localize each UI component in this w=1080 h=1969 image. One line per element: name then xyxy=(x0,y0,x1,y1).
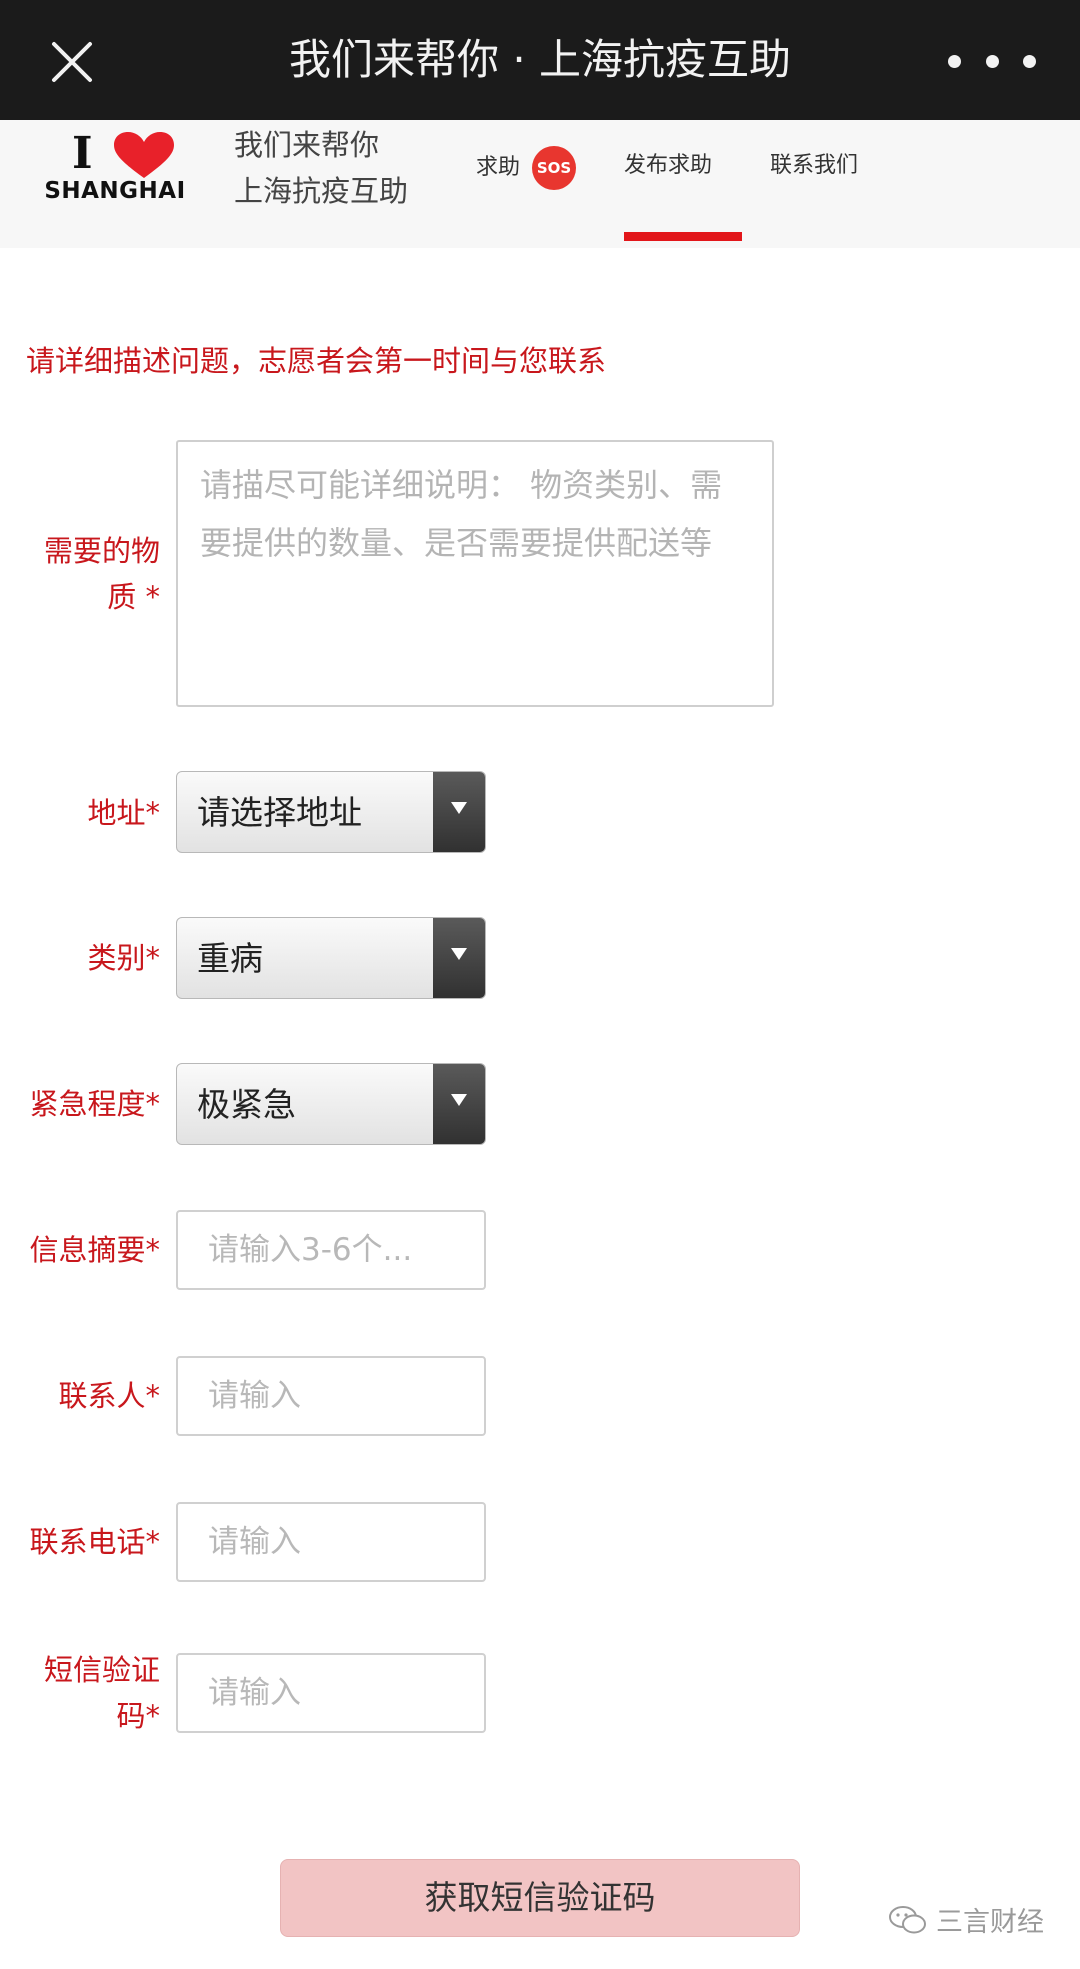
watermark: 三言财经 xyxy=(888,1900,1044,1939)
sms-code-label-line-1: 短信验证 xyxy=(43,1653,160,1687)
address-select[interactable]: 请选择地址 xyxy=(176,771,486,853)
nav-help[interactable]: 求助 SOS xyxy=(476,146,577,190)
phone-input[interactable] xyxy=(178,1504,484,1580)
watermark-text: 三言财经 xyxy=(936,1907,1044,1938)
contact-person-input[interactable] xyxy=(178,1358,484,1434)
address-label: 地址* xyxy=(87,796,160,830)
sos-badge: SOS xyxy=(532,146,577,190)
more-options-icon[interactable] xyxy=(948,46,1036,76)
chevron-down-icon[interactable] xyxy=(433,772,485,852)
summary-label: 信息摘要* xyxy=(29,1233,160,1267)
chevron-down-icon[interactable] xyxy=(433,1064,485,1144)
summary-field[interactable] xyxy=(176,1210,486,1290)
nav-help-label: 求助 xyxy=(476,155,521,180)
contact-person-field[interactable] xyxy=(176,1356,486,1436)
urgency-select[interactable]: 极紧急 xyxy=(176,1063,486,1145)
category-select[interactable]: 重病 xyxy=(176,917,486,999)
sms-code-input[interactable] xyxy=(178,1655,484,1731)
summary-input[interactable] xyxy=(178,1212,484,1288)
brand-line-2: 上海抗疫互助 xyxy=(234,174,409,208)
heart-icon xyxy=(114,132,174,178)
logo-city: SHANGHAI xyxy=(44,178,186,204)
materials-label: 需要的物 质 * xyxy=(0,528,160,620)
close-icon[interactable] xyxy=(48,38,96,86)
active-tab-indicator xyxy=(624,232,742,241)
title-bar: 我们来帮你 · 上海抗疫互助 xyxy=(0,0,1080,120)
materials-textarea[interactable]: 请描尽可能详细说明： 物资类别、需要提供的数量、是否需要提供配送等 xyxy=(176,440,774,707)
logo-i: I xyxy=(72,128,93,179)
nav-contact-us[interactable]: 联系我们 xyxy=(770,150,858,182)
contact-person-label: 联系人* xyxy=(58,1379,160,1413)
sms-code-label: 短信验证 码* xyxy=(0,1647,160,1739)
category-value: 重病 xyxy=(197,939,263,978)
wechat-icon xyxy=(889,1905,926,1933)
i-love-shanghai-logo[interactable]: I SHANGHAI xyxy=(36,130,194,212)
materials-label-line-2: 质 * xyxy=(107,580,160,614)
window-title: 我们来帮你 · 上海抗疫互助 xyxy=(288,35,792,84)
category-label: 类别* xyxy=(87,941,160,975)
form-intro: 请详细描述问题，志愿者会第一时间与您联系 xyxy=(26,344,607,378)
urgency-label: 紧急程度* xyxy=(29,1087,160,1121)
get-sms-code-button[interactable]: 获取短信验证码 xyxy=(280,1859,800,1937)
phone-field[interactable] xyxy=(176,1502,486,1582)
chevron-down-icon[interactable] xyxy=(433,918,485,998)
brand-line-1: 我们来帮你 xyxy=(234,128,380,162)
phone-label: 联系电话* xyxy=(29,1525,160,1559)
sms-code-label-line-2: 码* xyxy=(116,1699,160,1733)
urgency-value: 极紧急 xyxy=(197,1085,296,1124)
site-brand: 我们来帮你 上海抗疫互助 xyxy=(234,122,408,214)
materials-label-line-1: 需要的物 xyxy=(43,534,160,568)
nav-post-request[interactable]: 发布求助 xyxy=(624,150,712,182)
address-value: 请选择地址 xyxy=(197,793,362,832)
sms-code-field[interactable] xyxy=(176,1653,486,1733)
